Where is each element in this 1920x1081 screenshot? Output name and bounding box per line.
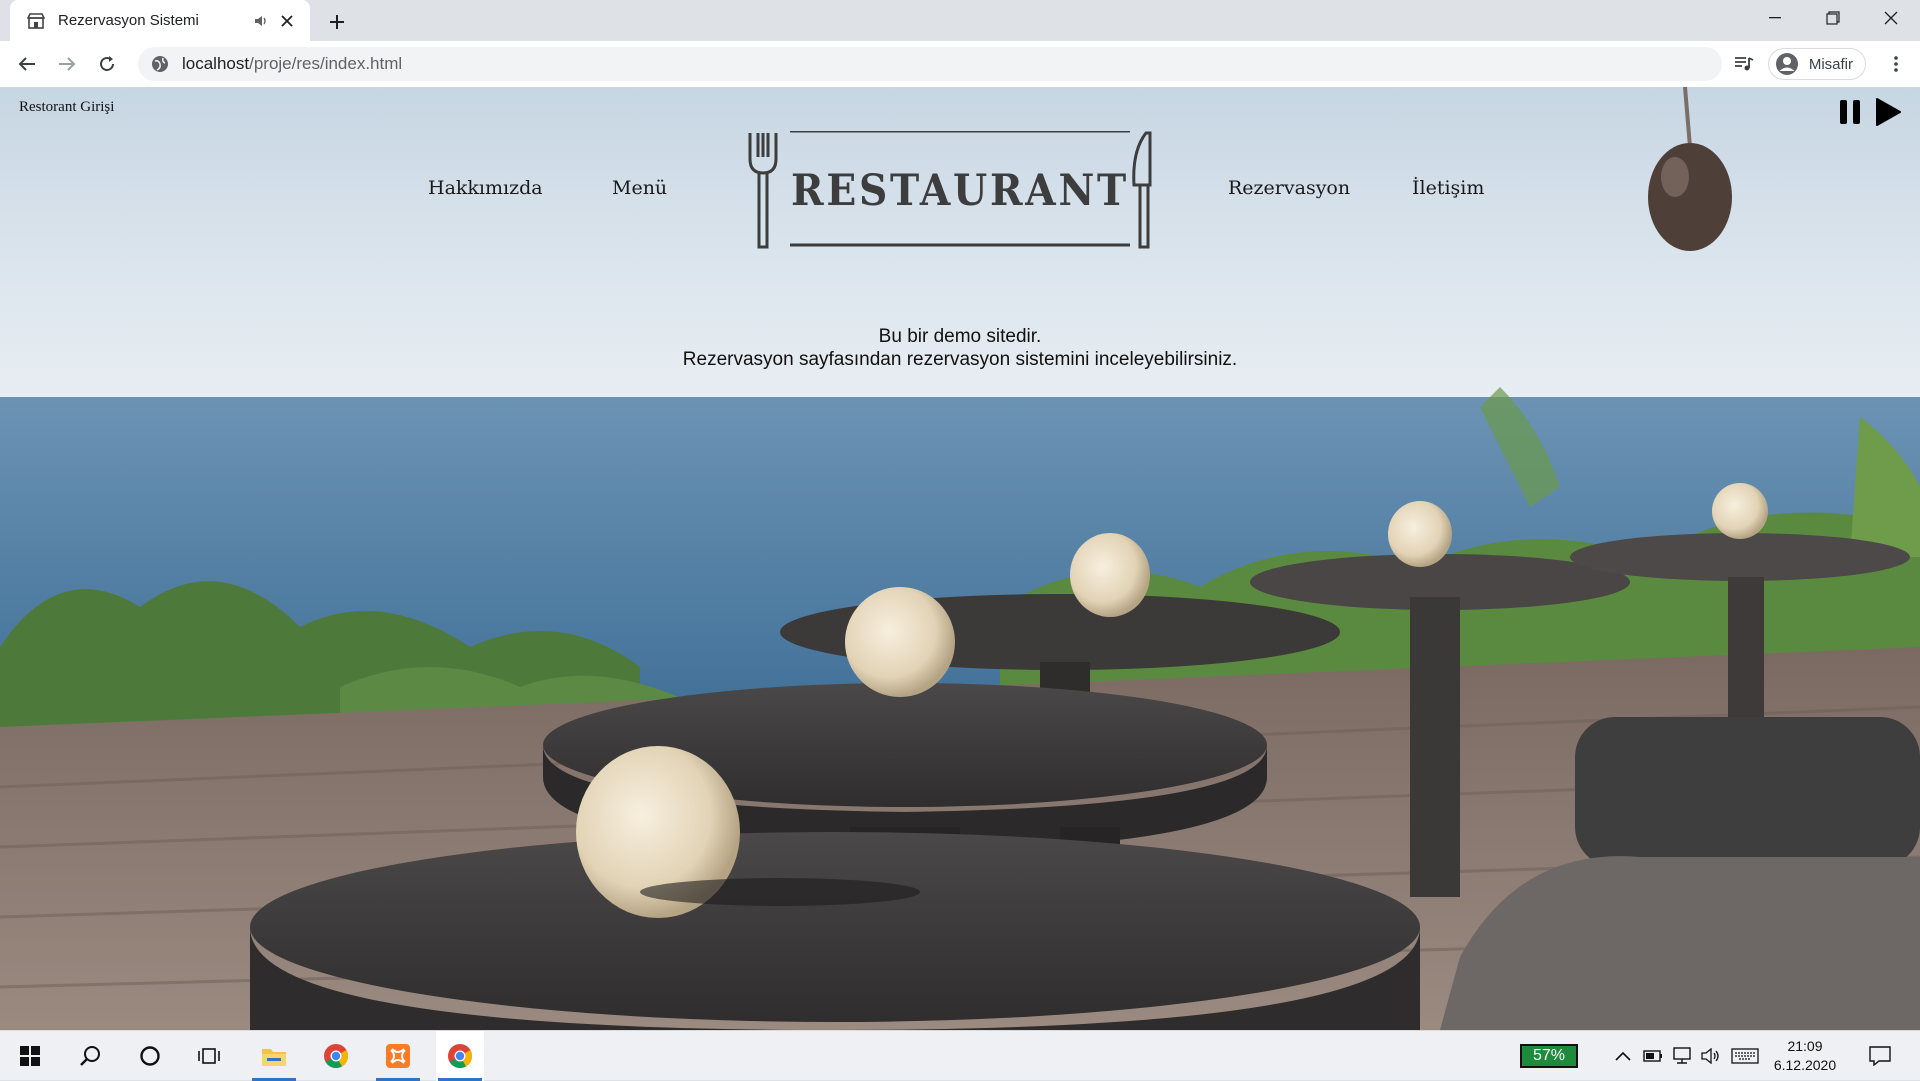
- keyboard-icon[interactable]: [1728, 1031, 1762, 1081]
- system-clock[interactable]: 21:09 6.12.2020: [1770, 1037, 1840, 1075]
- pause-icon[interactable]: [1836, 97, 1864, 127]
- nav-contact[interactable]: İletişim: [1412, 177, 1484, 199]
- minimize-icon[interactable]: [1746, 0, 1804, 36]
- back-icon[interactable]: [9, 46, 45, 82]
- tab-title: Rezervasyon Sistemi: [58, 12, 199, 29]
- browser-tab[interactable]: Rezervasyon Sistemi: [10, 0, 310, 41]
- task-view-icon[interactable]: [186, 1031, 234, 1081]
- maximize-icon[interactable]: [1804, 0, 1862, 36]
- plus-icon[interactable]: [324, 9, 350, 35]
- close-icon[interactable]: [276, 10, 298, 32]
- search-icon[interactable]: [66, 1031, 114, 1081]
- logo-text: RESTAURANT: [791, 166, 1129, 216]
- play-icon[interactable]: [1874, 97, 1902, 127]
- url-host: localhost: [182, 54, 250, 73]
- intro-text: Bu bir demo sitedir. Rezervasyon sayfası…: [0, 325, 1920, 371]
- reload-icon[interactable]: [89, 46, 125, 82]
- battery-icon[interactable]: [1640, 1031, 1666, 1081]
- forward-icon[interactable]: [49, 46, 85, 82]
- window-controls: [1746, 0, 1920, 36]
- intro-line-2: Rezervasyon sayfasından rezervasyon sist…: [682, 349, 1238, 370]
- knife-icon: [1132, 131, 1152, 249]
- nav-menu[interactable]: Menü: [612, 177, 667, 199]
- battery-percentage[interactable]: 57%: [1520, 1044, 1578, 1068]
- toolbar-right: Misafir: [1717, 41, 1920, 87]
- globe-icon: [150, 54, 170, 74]
- url-path: /proje/res/index.html: [249, 54, 403, 73]
- chevron-up-icon[interactable]: [1610, 1031, 1636, 1081]
- kebab-menu-icon[interactable]: [1878, 46, 1914, 82]
- windows-start-icon[interactable]: [6, 1031, 54, 1081]
- network-icon[interactable]: [1668, 1031, 1696, 1081]
- volume-icon[interactable]: [1698, 1031, 1724, 1081]
- profile-name: Misafir: [1808, 55, 1853, 73]
- nav-about[interactable]: Hakkımızda: [428, 177, 543, 199]
- nav-reservation[interactable]: Rezervasyon: [1228, 177, 1350, 199]
- media-control-icon[interactable]: [1726, 46, 1762, 82]
- cortana-icon[interactable]: [126, 1031, 174, 1081]
- windows-taskbar: 57% 21:09 6.12.2020: [0, 1030, 1920, 1081]
- intro-line-1: Bu bir demo sitedir.: [878, 326, 1042, 347]
- window-close-icon[interactable]: [1862, 0, 1920, 36]
- chrome-icon[interactable]: [312, 1031, 360, 1081]
- tab-strip: Rezervasyon Sistemi: [0, 0, 1920, 41]
- fork-icon: [748, 133, 778, 249]
- notifications-icon[interactable]: [1862, 1031, 1898, 1081]
- restaurant-login-link[interactable]: Restorant Girişi: [19, 99, 114, 116]
- address-bar[interactable]: localhost/proje/res/index.html: [138, 47, 1722, 81]
- xampp-icon[interactable]: [374, 1031, 422, 1081]
- speaker-icon[interactable]: [250, 10, 272, 32]
- restaurant-favicon-icon: [24, 9, 48, 33]
- browser-toolbar: localhost/proje/res/index.html Misafir: [0, 41, 1920, 87]
- avatar-icon: [1775, 53, 1798, 75]
- web-page: Restorant Girişi Hakkımızda Menü Rezerva…: [0, 87, 1920, 1030]
- chrome-icon[interactable]: [436, 1031, 484, 1081]
- profile-button[interactable]: Misafir: [1767, 48, 1866, 80]
- music-controls: [1836, 97, 1902, 127]
- clock-date: 6.12.2020: [1773, 1057, 1837, 1073]
- clock-time: 21:09: [1787, 1038, 1823, 1054]
- file-explorer-icon[interactable]: [250, 1031, 298, 1081]
- restaurant-logo[interactable]: RESTAURANT: [746, 131, 1166, 251]
